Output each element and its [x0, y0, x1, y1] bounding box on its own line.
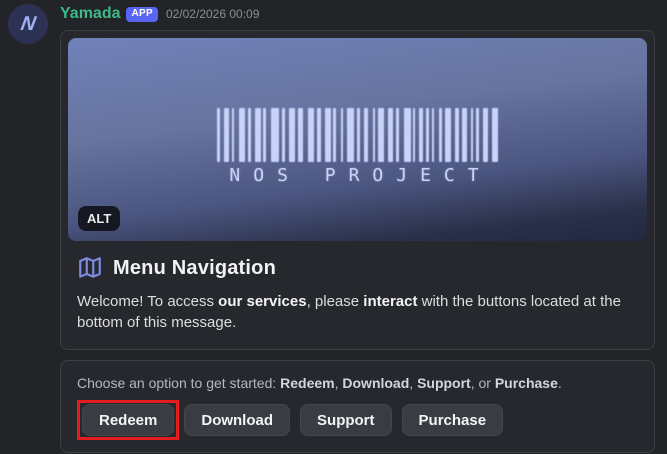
avatar-logo: N: [18, 12, 38, 35]
action-row-container: Choose an option to get started: Redeem,…: [60, 360, 655, 453]
avatar[interactable]: N: [8, 4, 48, 44]
alt-text-badge[interactable]: ALT: [78, 206, 121, 231]
timestamp: 02/02/2026 00:09: [165, 7, 260, 21]
username[interactable]: Yamada: [60, 5, 120, 23]
banner-title: NOS PROJECT: [229, 164, 492, 186]
embed-title-text: Menu Navigation: [113, 256, 277, 279]
embed-description: Welcome! To access our services, please …: [77, 293, 621, 331]
redeem-button-wrap: Redeem: [77, 400, 180, 440]
banner-image[interactable]: NOS PROJECT ALT: [68, 38, 647, 241]
map-icon: [79, 257, 101, 278]
download-button[interactable]: Download: [184, 404, 291, 436]
barcode-graphic: [217, 107, 498, 162]
purchase-button[interactable]: Purchase: [401, 404, 504, 436]
message-header: Yamada APP 02/02/2026 00:09: [60, 4, 655, 24]
embed-content: Menu Navigation Welcome! To access our s…: [68, 241, 647, 342]
button-row: Redeem Download Support Purchase: [77, 400, 638, 440]
support-button[interactable]: Support: [300, 404, 392, 436]
app-badge: APP: [126, 6, 158, 22]
discord-message: N Yamada APP 02/02/2026 00:09 NOS PROJEC…: [0, 0, 667, 453]
prompt-text: Choose an option to get started: Redeem,…: [77, 375, 562, 391]
embed-title: Menu Navigation: [77, 255, 638, 281]
message-body: Yamada APP 02/02/2026 00:09 NOS PROJECT …: [60, 4, 655, 453]
embed-container: NOS PROJECT ALT Menu Navigation Welcome!…: [60, 30, 655, 350]
redeem-button[interactable]: Redeem: [82, 404, 175, 436]
